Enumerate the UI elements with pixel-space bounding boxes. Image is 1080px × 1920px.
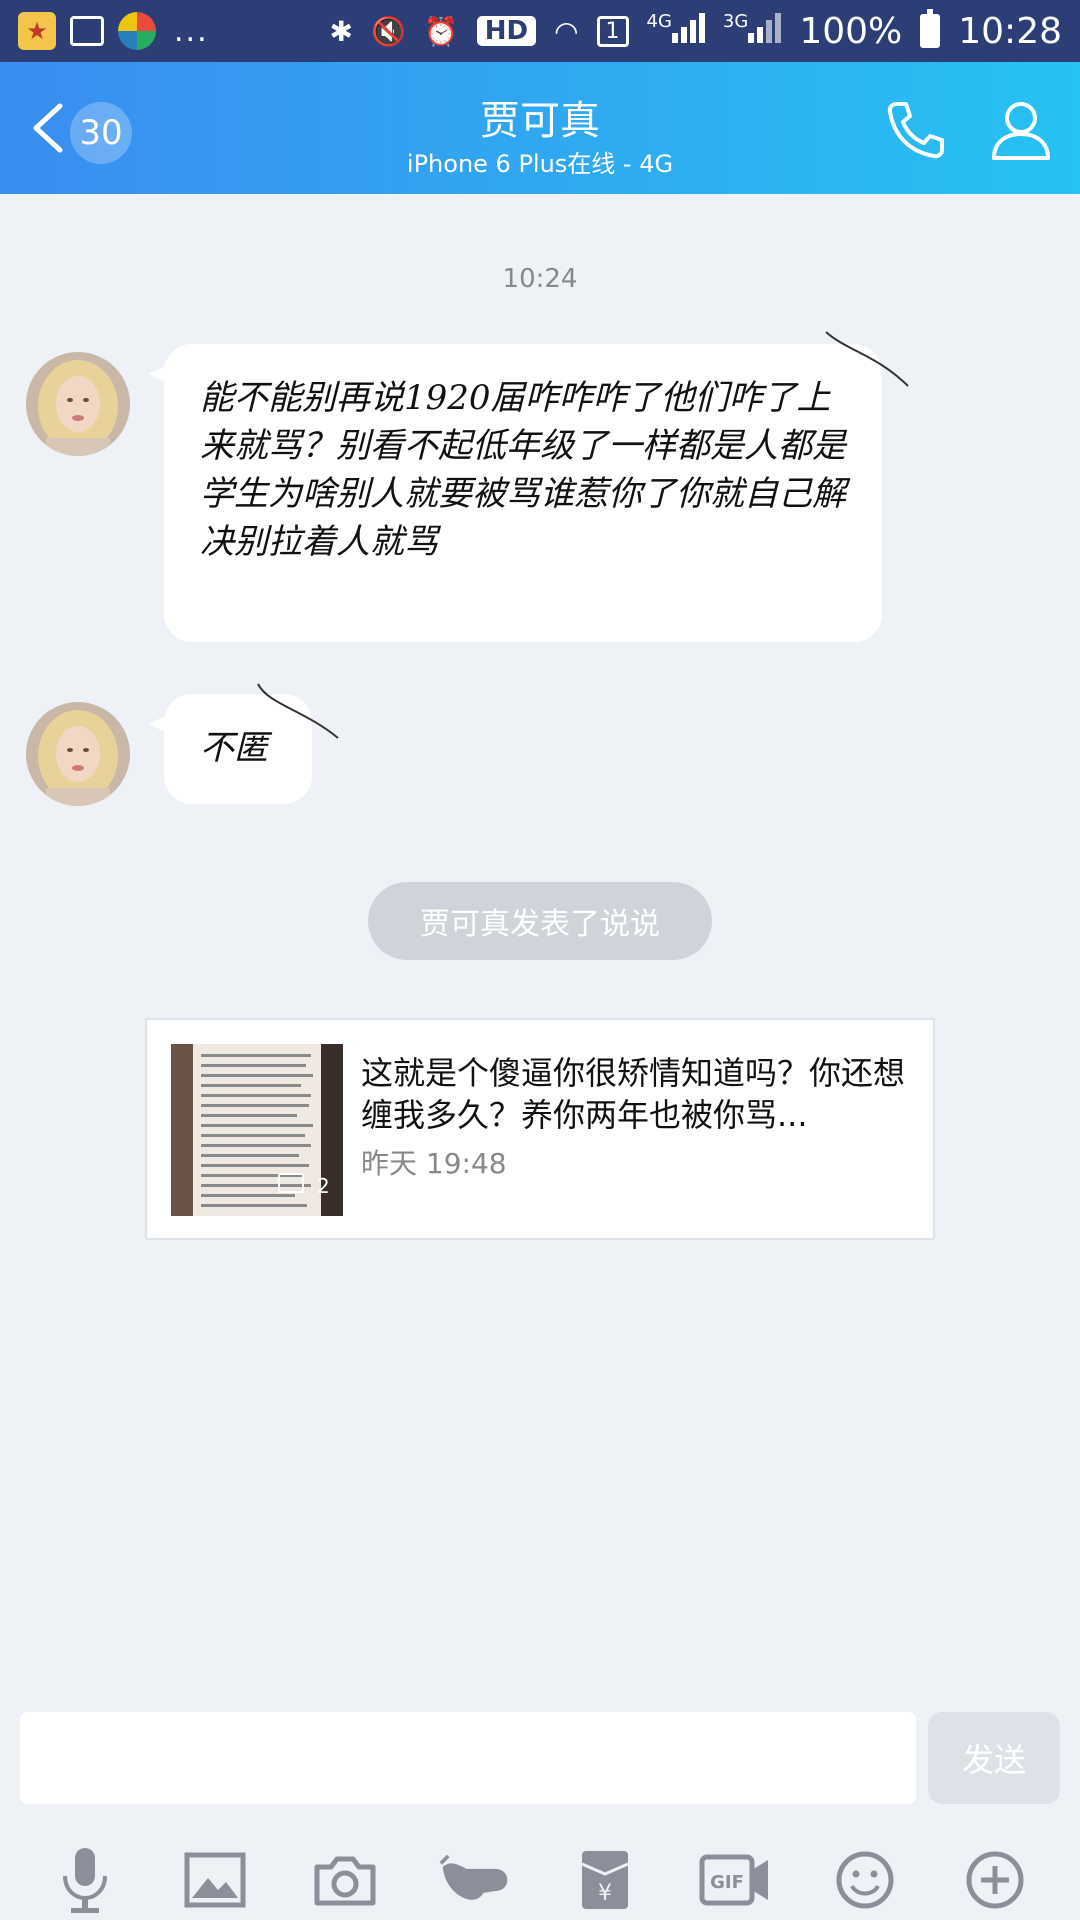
bluetooth-icon: ✱ xyxy=(329,14,353,48)
bubble-decoration xyxy=(257,683,339,739)
more-notifications-icon: ... xyxy=(174,13,209,49)
gif-icon[interactable]: GIF xyxy=(699,1844,771,1916)
clock: 10:28 xyxy=(958,10,1062,52)
chat-header: 30 贾可真 iPhone 6 Plus在线 - 4G xyxy=(0,62,1080,194)
emoji-icon[interactable] xyxy=(829,1844,901,1916)
input-bar: 发送 ¥ GIF xyxy=(0,1700,1080,1920)
browser-notification-icon xyxy=(118,12,156,50)
system-notice[interactable]: 贾可真发表了说说 xyxy=(368,882,712,960)
bubble-decoration xyxy=(825,331,909,387)
hd-badge: HD xyxy=(476,16,537,46)
alarm-icon: ⏰ xyxy=(423,14,459,48)
battery-icon xyxy=(920,9,941,48)
app-notification-icon: ★ xyxy=(18,12,56,50)
svg-text:¥: ¥ xyxy=(598,1881,612,1906)
post-excerpt: 这就是个傻逼你很矫情知道吗？你还想缠我多久？养你两年也被你骂... xyxy=(361,1054,906,1134)
post-card[interactable]: 2 这就是个傻逼你很矫情知道吗？你还想缠我多久？养你两年也被你骂... 昨天 1… xyxy=(145,1018,935,1240)
sender-avatar[interactable] xyxy=(26,352,130,456)
plus-icon[interactable] xyxy=(959,1844,1031,1916)
mic-icon[interactable] xyxy=(49,1844,121,1916)
red-packet-icon[interactable]: ¥ xyxy=(569,1844,641,1916)
signal-3g: 3G xyxy=(722,10,782,52)
signal-icon xyxy=(671,11,705,43)
sim-badge: 1 xyxy=(596,15,629,47)
status-bar: ★ ... ✱ 🔇 ⏰ HD ◠ 1 4G 3G 100% 10:28 xyxy=(0,0,1080,62)
sender-avatar[interactable] xyxy=(26,702,130,806)
image-icon[interactable] xyxy=(179,1844,251,1916)
image-count-badge: 2 xyxy=(317,1174,330,1198)
gallery-notification-icon xyxy=(70,16,104,46)
signal-icon xyxy=(748,11,782,43)
send-button[interactable]: 发送 xyxy=(928,1712,1060,1804)
input-toolbar: ¥ GIF xyxy=(0,1840,1080,1920)
chat-bubble[interactable]: 能不能别再说1920届咋咋咋了他们咋了上来就骂？别看不起低年级了一样都是人都是学… xyxy=(148,344,882,642)
net-type-label: 4G xyxy=(646,10,672,32)
message-input[interactable] xyxy=(20,1712,916,1804)
svg-text:GIF: GIF xyxy=(710,1872,744,1893)
contact-profile-icon[interactable] xyxy=(988,96,1054,162)
signal-4g: 4G xyxy=(647,11,705,52)
post-thumbnail[interactable]: 2 xyxy=(171,1044,343,1216)
wifi-icon: ◠ xyxy=(554,14,579,48)
post-time: 昨天 19:48 xyxy=(361,1147,507,1180)
message-text: 能不能别再说1920届咋咋咋了他们咋了上来就骂？别看不起低年级了一样都是人都是学… xyxy=(200,378,846,562)
mute-icon: 🔇 xyxy=(370,14,406,48)
net-type-label: 3G xyxy=(722,10,749,32)
poke-icon[interactable] xyxy=(439,1844,511,1916)
battery-percent: 100% xyxy=(799,10,903,52)
phone-call-icon[interactable] xyxy=(882,96,950,164)
message-timestamp: 10:24 xyxy=(502,264,578,294)
camera-icon[interactable] xyxy=(309,1844,381,1916)
